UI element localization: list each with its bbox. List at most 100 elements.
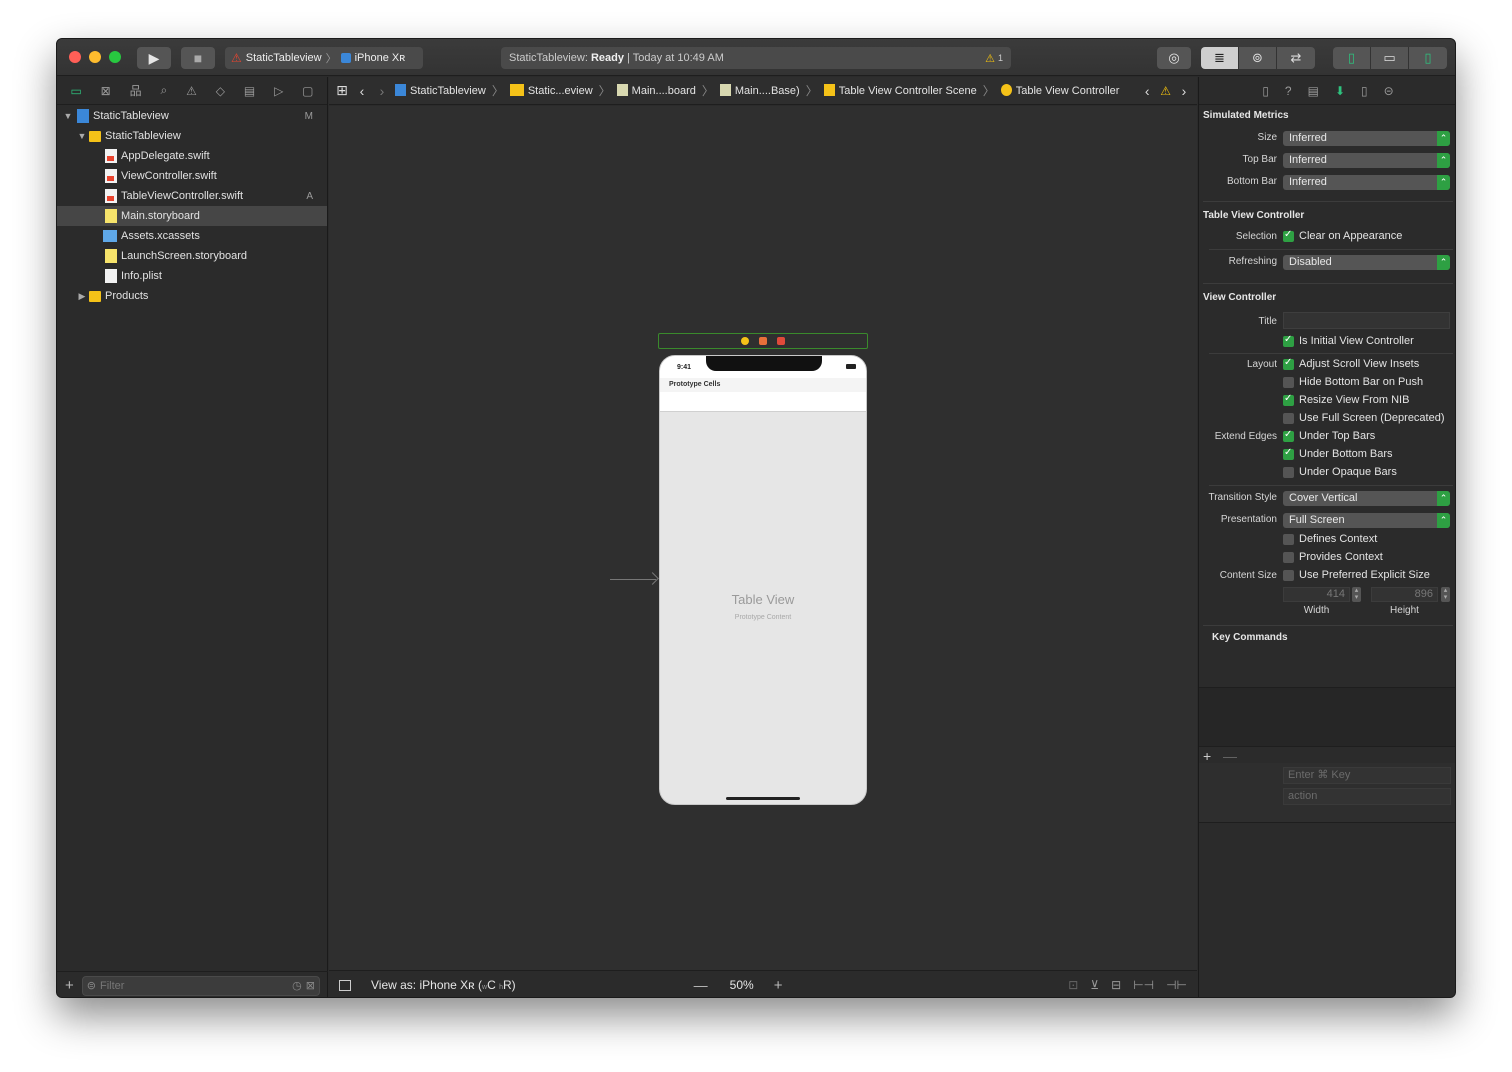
breadcrumb-item[interactable]: Table View Controller Scene: [823, 84, 977, 97]
top-bar-popup[interactable]: Inferred: [1283, 153, 1450, 168]
title-field[interactable]: [1283, 312, 1450, 329]
tree-item-tableviewcontroller[interactable]: TableViewController.swift A: [57, 186, 327, 206]
source-control-icon[interactable]: ⊠: [101, 84, 111, 98]
tree-item-group[interactable]: ▼ StaticTableview: [57, 126, 327, 146]
zoom-window-button[interactable]: [109, 51, 121, 63]
warnings-badge[interactable]: ⚠ 1: [985, 52, 1003, 65]
adjust-insets-checkbox[interactable]: Adjust Scroll View Insets: [1283, 357, 1419, 370]
disclosure-closed-icon[interactable]: ▶: [77, 291, 87, 302]
toggle-inspector-button[interactable]: ▯: [1409, 47, 1447, 69]
tree-item-main-storyboard[interactable]: Main.storyboard: [57, 206, 327, 226]
warning-icon[interactable]: ⚠: [1160, 84, 1171, 98]
test-icon[interactable]: ◇: [216, 84, 225, 98]
stop-button[interactable]: ■: [181, 47, 215, 69]
key-field[interactable]: Enter ⌘ Key: [1283, 767, 1451, 784]
debug-icon[interactable]: ▤: [244, 84, 255, 98]
align-icon[interactable]: ⊟: [1111, 978, 1121, 992]
library-button[interactable]: ◎: [1157, 47, 1191, 69]
update-frames-icon[interactable]: ⊡: [1068, 978, 1078, 992]
symbol-icon[interactable]: 品: [130, 82, 142, 99]
assistant-editor-button[interactable]: ⊚: [1239, 47, 1277, 69]
filter-input[interactable]: ⊜ Filter ◷ ⊠: [81, 975, 320, 996]
under-bottom-bars-checkbox[interactable]: Under Bottom Bars: [1283, 447, 1393, 460]
toggle-navigator-button[interactable]: ▯: [1333, 47, 1371, 69]
breadcrumb-item[interactable]: Static...eview: [509, 84, 593, 97]
related-items-icon[interactable]: ⊞: [335, 82, 349, 99]
breadcrumb-item[interactable]: Table View Controller: [1000, 84, 1119, 97]
width-field[interactable]: 414: [1283, 587, 1350, 602]
standard-editor-button[interactable]: ≣: [1201, 47, 1239, 69]
add-key-command-button[interactable]: +: [1203, 748, 1211, 764]
is-initial-checkbox[interactable]: Is Initial View Controller: [1283, 334, 1414, 347]
scene-dock[interactable]: [658, 333, 868, 349]
next-issue-button[interactable]: ›: [1177, 83, 1191, 99]
tree-item-appdelegate[interactable]: AppDelegate.swift: [57, 146, 327, 166]
height-stepper[interactable]: ▴ ▾: [1441, 587, 1450, 602]
attributes-inspector-icon[interactable]: ⬇: [1335, 84, 1345, 98]
provides-context-checkbox[interactable]: Provides Context: [1283, 551, 1383, 563]
help-inspector-icon[interactable]: ?: [1285, 84, 1292, 98]
first-responder-icon[interactable]: [759, 337, 767, 345]
breakpoint-icon[interactable]: ▷: [274, 84, 283, 98]
resolve-layout-icon[interactable]: ⊣⊢: [1166, 978, 1187, 992]
forward-button[interactable]: ›: [375, 83, 389, 99]
key-commands-list[interactable]: [1199, 687, 1455, 747]
file-inspector-icon[interactable]: ▯: [1262, 84, 1269, 98]
tree-item-products[interactable]: ▶ Products: [57, 286, 327, 306]
use-preferred-size-checkbox[interactable]: Use Preferred Explicit Size: [1283, 569, 1430, 581]
under-opaque-bars-checkbox[interactable]: Under Opaque Bars: [1283, 466, 1397, 478]
breadcrumb-item[interactable]: Main....Base): [719, 84, 800, 97]
view-controller-icon[interactable]: [741, 337, 749, 345]
document-outline-toggle[interactable]: [339, 979, 351, 991]
hide-bottom-bar-checkbox[interactable]: Hide Bottom Bar on Push: [1283, 376, 1423, 388]
table-view-controller-scene[interactable]: 9:41 Prototype Cells Table View Prototyp…: [659, 355, 867, 805]
toggle-debug-button[interactable]: ▭: [1371, 47, 1409, 69]
zoom-in-button[interactable]: +: [774, 977, 783, 994]
presentation-popup[interactable]: Full Screen: [1283, 513, 1450, 528]
minimize-window-button[interactable]: [89, 51, 101, 63]
add-file-button[interactable]: +: [65, 977, 74, 994]
zoom-out-button[interactable]: —: [694, 977, 708, 993]
scm-filter-icon[interactable]: ⊠: [306, 979, 315, 992]
report-icon[interactable]: ▢: [302, 84, 313, 98]
width-stepper[interactable]: ▴ ▾: [1352, 587, 1361, 602]
run-button[interactable]: ▶: [137, 47, 171, 69]
breadcrumb-item[interactable]: StaticTableview: [395, 84, 486, 97]
use-full-screen-checkbox[interactable]: Use Full Screen (Deprecated): [1283, 412, 1445, 424]
height-field[interactable]: 896: [1371, 587, 1438, 602]
resize-view-checkbox[interactable]: Resize View From NIB: [1283, 393, 1409, 406]
previous-issue-button[interactable]: ‹: [1140, 83, 1154, 99]
tree-item-project[interactable]: ▼ StaticTableview M: [57, 106, 327, 126]
folder-icon[interactable]: ▭: [70, 84, 81, 98]
tree-item-viewcontroller[interactable]: ViewController.swift: [57, 166, 327, 186]
clear-on-appearance-checkbox[interactable]: Clear on Appearance: [1283, 229, 1402, 242]
search-icon[interactable]: ⌕: [160, 83, 167, 98]
close-window-button[interactable]: [69, 51, 81, 63]
tree-item-assets[interactable]: Assets.xcassets: [57, 226, 327, 246]
embed-in-icon[interactable]: ⊻: [1090, 978, 1099, 992]
refreshing-popup[interactable]: Disabled: [1283, 255, 1450, 270]
defines-context-checkbox[interactable]: Defines Context: [1283, 533, 1377, 545]
size-inspector-icon[interactable]: ▯: [1361, 84, 1368, 98]
connections-inspector-icon[interactable]: ⊝: [1384, 84, 1394, 98]
initial-vc-arrow[interactable]: [610, 579, 656, 580]
exit-icon[interactable]: [777, 337, 785, 345]
breadcrumb-item[interactable]: Main....board: [616, 84, 696, 97]
recent-files-icon[interactable]: ◷: [292, 979, 302, 992]
disclosure-open-icon[interactable]: ▼: [63, 111, 73, 121]
tree-item-infoplist[interactable]: Info.plist: [57, 266, 327, 286]
back-button[interactable]: ‹: [355, 83, 369, 99]
scheme-selector[interactable]: ⚠ StaticTableview 〉 iPhone Xʀ: [225, 47, 423, 69]
version-editor-button[interactable]: ⇄: [1277, 47, 1315, 69]
add-constraints-icon[interactable]: ⊢⊣: [1133, 978, 1154, 992]
transition-style-popup[interactable]: Cover Vertical: [1283, 491, 1450, 506]
issue-icon[interactable]: ⚠: [186, 84, 197, 98]
action-field[interactable]: action: [1283, 788, 1451, 805]
size-popup[interactable]: Inferred: [1283, 131, 1450, 146]
remove-key-command-button[interactable]: —: [1223, 748, 1237, 764]
disclosure-open-icon[interactable]: ▼: [77, 131, 87, 141]
bottom-bar-popup[interactable]: Inferred: [1283, 175, 1450, 190]
view-as-button[interactable]: View as: iPhone Xʀ (wC hR): [371, 978, 516, 992]
tree-item-launchscreen[interactable]: LaunchScreen.storyboard: [57, 246, 327, 266]
under-top-bars-checkbox[interactable]: Under Top Bars: [1283, 429, 1375, 442]
